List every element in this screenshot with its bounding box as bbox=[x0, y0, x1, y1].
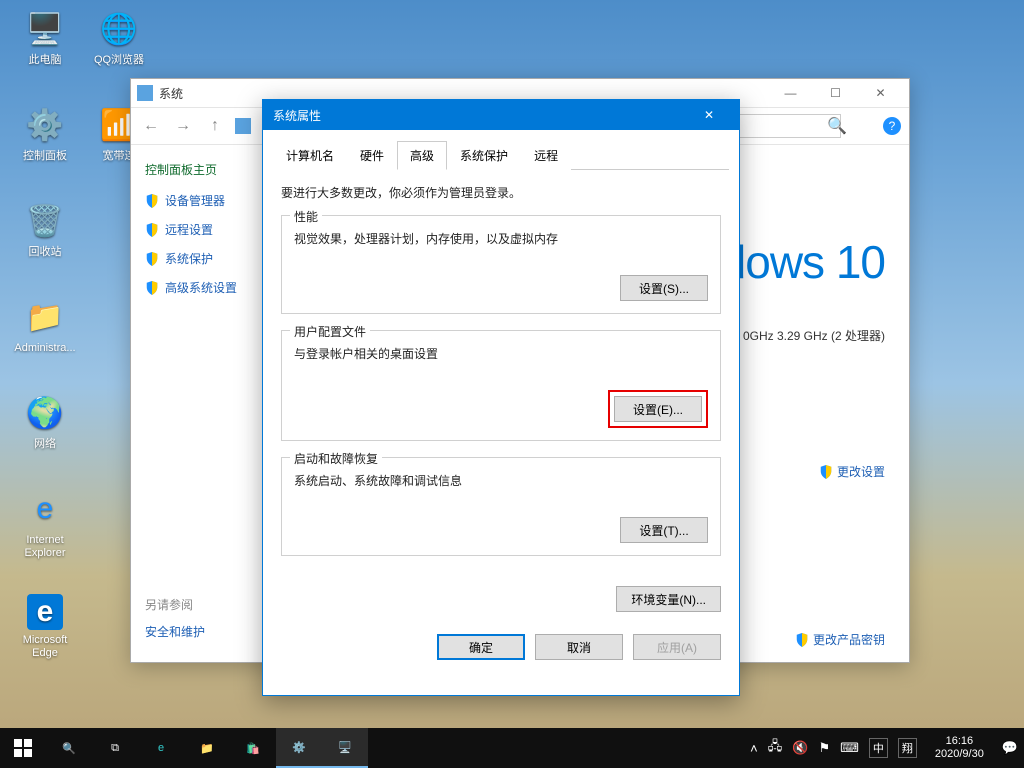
system-properties-dialog: 系统属性 ✕ 计算机名 硬件 高级 系统保护 远程 要进行大多数更改，你必须作为… bbox=[262, 99, 740, 696]
startup-settings-button[interactable]: 设置(T)... bbox=[620, 517, 708, 543]
tab-computer-name[interactable]: 计算机名 bbox=[273, 141, 347, 170]
tray-volume-icon[interactable]: 🔇 bbox=[792, 740, 808, 756]
desktop-icon-administrator[interactable]: 📁Administra... bbox=[10, 296, 80, 355]
dialog-tabs: 计算机名 硬件 高级 系统保护 远程 bbox=[273, 140, 729, 170]
close-button[interactable]: ✕ bbox=[858, 79, 903, 107]
recycle-bin-icon: 🗑️ bbox=[24, 200, 66, 242]
up-button[interactable]: ↑ bbox=[203, 114, 227, 138]
tab-hardware[interactable]: 硬件 bbox=[347, 141, 397, 170]
edge-icon: e bbox=[27, 594, 63, 630]
shield-icon bbox=[819, 465, 833, 479]
tray-chevron-icon[interactable]: ˄ bbox=[750, 741, 758, 756]
ime-indicator-2[interactable]: 翔 bbox=[898, 738, 917, 758]
desktop-icon-control-panel[interactable]: ⚙️控制面板 bbox=[10, 104, 80, 163]
taskbar: 🔍 ⧉ e 📁 🛍️ ⚙️ 🖥️ ˄ 🖧 🔇 ⚑ ⌨ 中 翔 16:16 202… bbox=[0, 728, 1024, 768]
group-startup-legend: 启动和故障恢复 bbox=[290, 450, 382, 467]
desktop-icon-recycle-bin[interactable]: 🗑️回收站 bbox=[10, 200, 80, 259]
dialog-title: 系统属性 bbox=[273, 107, 321, 124]
desktop-icon-this-pc[interactable]: 🖥️此电脑 bbox=[10, 8, 80, 67]
dialog-close-button[interactable]: ✕ bbox=[689, 100, 729, 130]
help-button[interactable]: ? bbox=[883, 117, 901, 135]
minimize-button[interactable]: — bbox=[768, 79, 813, 107]
maximize-button[interactable]: ☐ bbox=[813, 79, 858, 107]
group-performance-desc: 视觉效果，处理器计划，内存使用，以及虚拟内存 bbox=[294, 230, 708, 247]
pc-icon: 🖥️ bbox=[24, 8, 66, 50]
desktop-icon-network[interactable]: 🌍网络 bbox=[10, 392, 80, 451]
system-icon bbox=[137, 85, 153, 101]
clock-date: 2020/9/30 bbox=[935, 748, 984, 761]
group-profiles-desc: 与登录帐户相关的桌面设置 bbox=[294, 345, 708, 362]
pc-chip-icon bbox=[235, 118, 251, 134]
performance-settings-button[interactable]: 设置(S)... bbox=[620, 275, 708, 301]
ok-button[interactable]: 确定 bbox=[437, 634, 525, 660]
qq-browser-icon: 🌐 bbox=[98, 8, 140, 50]
tab-protection[interactable]: 系统保护 bbox=[447, 141, 521, 170]
group-startup-desc: 系统启动、系统故障和调试信息 bbox=[294, 472, 708, 489]
desktop-icon-ie[interactable]: eInternet Explorer bbox=[10, 488, 80, 560]
desktop-icon-qq-browser[interactable]: 🌐QQ浏览器 bbox=[84, 8, 154, 67]
cancel-button[interactable]: 取消 bbox=[535, 634, 623, 660]
ime-indicator-1[interactable]: 中 bbox=[869, 738, 888, 758]
admin-hint: 要进行大多数更改，你必须作为管理员登录。 bbox=[281, 184, 721, 201]
tray-keyboard-icon[interactable]: ⌨ bbox=[840, 740, 859, 756]
action-center-icon[interactable]: 💬 bbox=[1002, 740, 1018, 756]
taskbar-store[interactable]: 🛍️ bbox=[230, 728, 276, 768]
shield-icon bbox=[145, 252, 159, 266]
tray-security-icon[interactable]: ⚑ bbox=[818, 740, 830, 756]
shield-icon bbox=[145, 281, 159, 295]
forward-button[interactable]: → bbox=[171, 114, 195, 138]
group-performance-legend: 性能 bbox=[290, 208, 322, 225]
group-startup-recovery: 启动和故障恢复 系统启动、系统故障和调试信息 设置(T)... bbox=[281, 457, 721, 556]
tab-advanced[interactable]: 高级 bbox=[397, 141, 447, 170]
globe-icon: 🌍 bbox=[24, 392, 66, 434]
search-button[interactable]: 🔍 bbox=[46, 728, 92, 768]
highlight-box: 设置(E)... bbox=[608, 390, 708, 428]
user-folder-icon: 📁 bbox=[24, 296, 66, 338]
clock-time: 16:16 bbox=[935, 735, 984, 748]
start-button[interactable] bbox=[0, 728, 46, 768]
group-performance: 性能 视觉效果，处理器计划，内存使用，以及虚拟内存 设置(S)... bbox=[281, 215, 721, 314]
dialog-panel: 要进行大多数更改，你必须作为管理员登录。 性能 视觉效果，处理器计划，内存使用，… bbox=[263, 170, 739, 586]
control-panel-icon: ⚙️ bbox=[24, 104, 66, 146]
group-profiles-legend: 用户配置文件 bbox=[290, 323, 370, 340]
taskbar-clock[interactable]: 16:16 2020/9/30 bbox=[927, 735, 992, 760]
task-view-button[interactable]: ⧉ bbox=[92, 728, 138, 768]
taskbar-app[interactable]: 🖥️ bbox=[322, 728, 368, 768]
change-product-key-link[interactable]: 更改产品密钥 bbox=[795, 631, 885, 648]
cpu-spec: 0GHz 3.29 GHz (2 处理器) bbox=[743, 327, 885, 344]
system-title: 系统 bbox=[159, 85, 183, 102]
shield-icon bbox=[145, 194, 159, 208]
tab-remote[interactable]: 远程 bbox=[521, 141, 571, 170]
taskbar-explorer[interactable]: 📁 bbox=[184, 728, 230, 768]
taskbar-edge[interactable]: e bbox=[138, 728, 184, 768]
shield-icon bbox=[145, 223, 159, 237]
user-profiles-settings-button[interactable]: 设置(E)... bbox=[614, 396, 702, 422]
tray-network-icon[interactable]: 🖧 bbox=[768, 737, 783, 759]
taskbar-control-panel[interactable]: ⚙️ bbox=[276, 728, 322, 768]
change-settings-link[interactable]: 更改设置 bbox=[819, 463, 885, 480]
back-button[interactable]: ← bbox=[139, 114, 163, 138]
environment-variables-button[interactable]: 环境变量(N)... bbox=[616, 586, 721, 612]
dialog-titlebar[interactable]: 系统属性 ✕ bbox=[263, 100, 739, 130]
dialog-footer: 确定 取消 应用(A) bbox=[263, 624, 739, 674]
group-user-profiles: 用户配置文件 与登录帐户相关的桌面设置 设置(E)... bbox=[281, 330, 721, 441]
windows-brand: dows 10 bbox=[721, 235, 885, 289]
shield-icon bbox=[795, 633, 809, 647]
desktop-icon-edge[interactable]: eMicrosoft Edge bbox=[10, 594, 80, 660]
apply-button[interactable]: 应用(A) bbox=[633, 634, 721, 660]
ie-icon: e bbox=[24, 488, 66, 530]
system-tray: ˄ 🖧 🔇 ⚑ ⌨ 中 翔 16:16 2020/9/30 💬 bbox=[750, 735, 1024, 760]
